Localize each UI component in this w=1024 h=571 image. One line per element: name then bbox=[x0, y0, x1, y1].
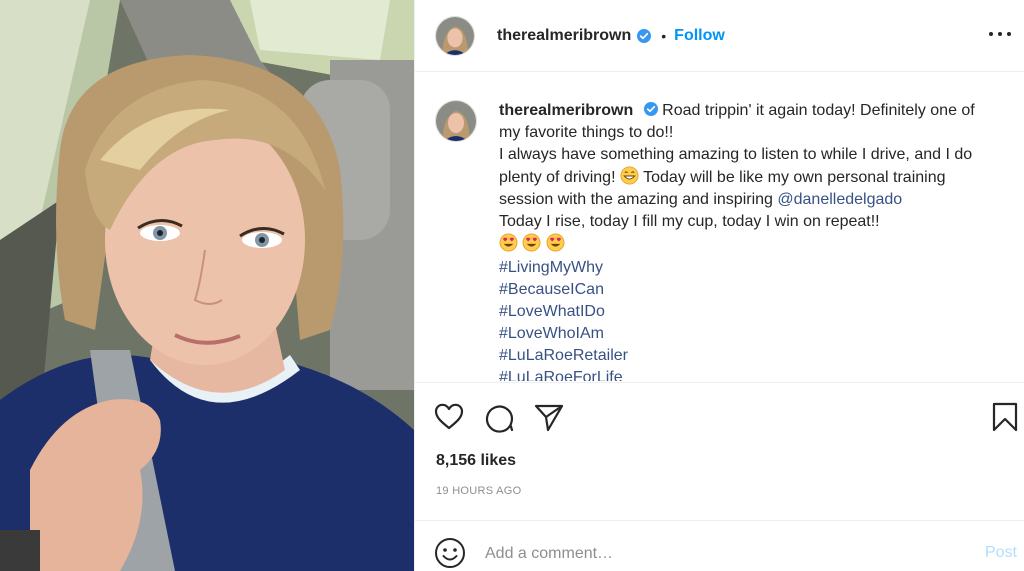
hashtag-link[interactable]: #LuLaRoeForLife bbox=[499, 367, 999, 381]
bookmark-icon[interactable] bbox=[989, 401, 1021, 433]
dot-icon bbox=[1007, 32, 1011, 36]
caption-row: therealmeribrown Road trippin' it again … bbox=[435, 100, 1009, 381]
post-button[interactable]: Post bbox=[985, 544, 1017, 562]
caption-line-3: Today I rise, today I fill my cup, today… bbox=[499, 213, 880, 230]
share-icon[interactable] bbox=[533, 401, 565, 433]
comment-input[interactable] bbox=[485, 540, 965, 568]
post-panel: therealmeribrown • Follow therealmeribro… bbox=[414, 0, 1024, 571]
heart-eyes-emoji bbox=[499, 233, 518, 252]
grinning-face-emoji bbox=[620, 166, 639, 185]
likes-count[interactable]: 8,156 likes bbox=[436, 452, 516, 470]
separator-dot: • bbox=[661, 27, 667, 44]
post-header: therealmeribrown • Follow bbox=[415, 0, 1024, 72]
hashtag-link[interactable]: #BecauseICan bbox=[499, 279, 999, 301]
hashtag-link[interactable]: #LivingMyWhy bbox=[499, 257, 999, 279]
verified-badge-icon bbox=[637, 28, 652, 43]
heart-icon[interactable] bbox=[433, 401, 465, 433]
comments-section[interactable]: therealmeribrown Road trippin' it again … bbox=[415, 73, 1024, 381]
timestamp[interactable]: 19 HOURS AGO bbox=[436, 485, 522, 497]
hashtag-link[interactable]: #LoveWhoIAm bbox=[499, 323, 999, 345]
dot-icon bbox=[998, 32, 1002, 36]
dot-icon bbox=[989, 32, 993, 36]
emoji-row bbox=[499, 233, 999, 257]
selfie-photo bbox=[0, 0, 414, 571]
profile-photo bbox=[436, 101, 476, 141]
heart-eyes-emoji bbox=[546, 233, 565, 252]
profile-photo bbox=[436, 16, 474, 55]
follow-button[interactable]: Follow bbox=[674, 27, 725, 45]
smiley-icon[interactable] bbox=[433, 536, 467, 570]
hashtag-link[interactable]: #LuLaRoeRetailer bbox=[499, 345, 999, 367]
post-photo[interactable] bbox=[0, 0, 414, 571]
mention-link[interactable]: @danelledelgado bbox=[777, 191, 902, 208]
comment-icon[interactable] bbox=[483, 401, 515, 433]
caption-avatar[interactable] bbox=[435, 100, 477, 142]
heart-eyes-emoji bbox=[522, 233, 541, 252]
header-username[interactable]: therealmeribrown bbox=[497, 27, 631, 45]
verified-badge-icon bbox=[643, 102, 658, 116]
hashtag-link[interactable]: #LoveWhatIDo bbox=[499, 301, 999, 323]
more-options-icon[interactable] bbox=[989, 26, 1011, 42]
add-comment-bar: Post bbox=[415, 520, 1024, 571]
avatar[interactable] bbox=[435, 15, 475, 56]
caption-text: therealmeribrown Road trippin' it again … bbox=[499, 100, 999, 381]
action-bar bbox=[415, 382, 1024, 450]
caption-username[interactable]: therealmeribrown bbox=[499, 102, 633, 119]
